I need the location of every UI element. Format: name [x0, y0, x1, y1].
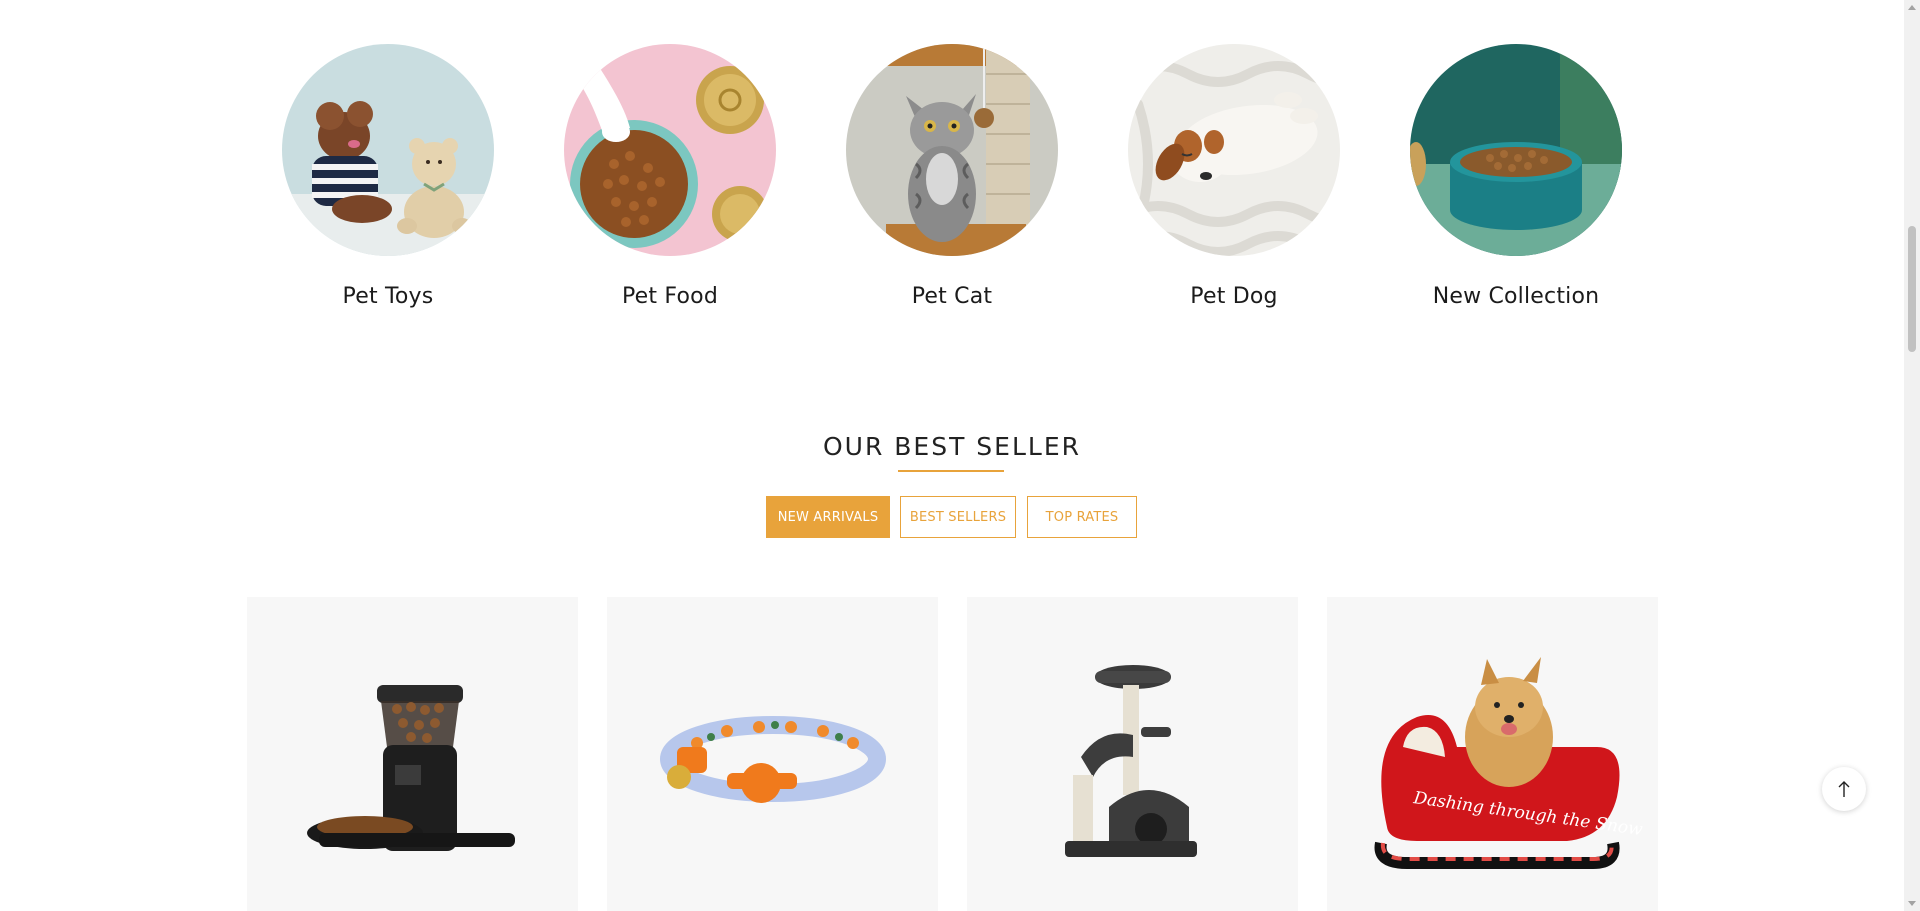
pet-food-image[interactable]: [564, 44, 776, 256]
cat-tree-image: [1065, 665, 1197, 857]
product-card-cat-collar[interactable]: [607, 597, 938, 911]
tab-best-sellers[interactable]: BEST SELLERS: [900, 496, 1016, 538]
scroll-to-top-button[interactable]: [1822, 767, 1866, 811]
section-title: OUR BEST SELLER: [822, 432, 1081, 461]
pet-feeder-image: [307, 685, 515, 851]
product-card-sleigh-bed[interactable]: Dashing through the Snow: [1327, 597, 1658, 911]
page: Pet Toys Pet Food Pet Cat Pet Dog New Co…: [0, 0, 1904, 911]
scrollbar-thumb[interactable]: [1908, 226, 1916, 352]
sleigh-bed-image: Dashing through the Snow: [1374, 657, 1644, 869]
category-list: Pet Toys Pet Food Pet Cat Pet Dog New Co…: [0, 44, 1904, 324]
title-underline: [898, 470, 1004, 472]
pet-cat-image[interactable]: [846, 44, 1058, 256]
category-label: Pet Toys: [342, 284, 434, 309]
product-card-cat-tree[interactable]: [967, 597, 1298, 911]
category-label: Pet Food: [622, 284, 718, 309]
category-pet-cat[interactable]: Pet Cat: [846, 44, 1058, 309]
category-pet-dog[interactable]: Pet Dog: [1128, 44, 1340, 309]
category-label: Pet Dog: [1190, 284, 1278, 309]
category-pet-toys[interactable]: Pet Toys: [282, 44, 494, 309]
product-grid: Dashing through the Snow: [0, 597, 1904, 911]
arrow-up-icon: [1838, 781, 1850, 797]
pet-dog-image[interactable]: [1128, 44, 1340, 256]
new-collection-image[interactable]: [1410, 44, 1622, 256]
page-scrollbar[interactable]: [1904, 0, 1920, 911]
pet-toys-image[interactable]: [282, 44, 494, 256]
category-label: Pet Cat: [911, 284, 993, 309]
cat-collar-image: [660, 716, 886, 803]
category-pet-food[interactable]: Pet Food: [564, 44, 776, 309]
tab-new-arrivals[interactable]: NEW ARRIVALS: [766, 496, 890, 538]
scroll-up-arrow-icon[interactable]: [1908, 5, 1916, 10]
category-label: New Collection: [1432, 284, 1600, 309]
scroll-down-arrow-icon[interactable]: [1908, 901, 1916, 906]
product-card-pet-feeder[interactable]: [247, 597, 578, 911]
category-new-collection[interactable]: New Collection: [1410, 44, 1622, 309]
tab-top-rates[interactable]: TOP RATES: [1027, 496, 1137, 538]
